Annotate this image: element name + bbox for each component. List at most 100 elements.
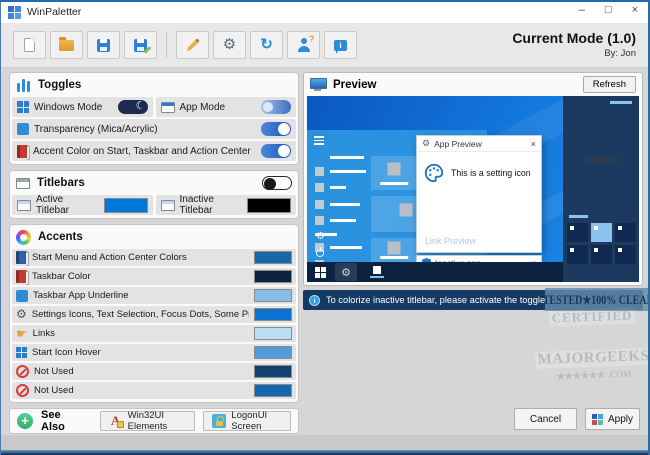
transparency-label: Transparency (Mica/Acrylic): [34, 124, 158, 135]
close-button[interactable]: ×: [632, 4, 638, 16]
color-swatch[interactable]: [254, 384, 292, 397]
titlebars-toggle[interactable]: [262, 176, 292, 190]
blue-book-icon: [16, 251, 27, 264]
transparency-toggle[interactable]: [261, 122, 291, 136]
watermark-banner-text: TESTED★100% CLEAN: [543, 292, 650, 308]
app-window-icon: [161, 102, 175, 113]
window-titlebar: WinPaletter – □ ×: [1, 2, 648, 24]
accent-row-start-menu[interactable]: Start Menu and Action Center Colors: [12, 249, 296, 266]
edit-button[interactable]: [176, 31, 209, 59]
see-also-label: See Also: [41, 409, 78, 433]
apply-button[interactable]: Apply: [585, 408, 640, 430]
windows-logo-icon: [17, 101, 29, 113]
active-titlebar-label: Active Titlebar: [36, 194, 99, 216]
mode-author: By: Jon: [512, 48, 636, 59]
minimize-button[interactable]: –: [579, 4, 585, 16]
not-allowed-icon: [16, 384, 29, 397]
pencil-icon: [185, 38, 200, 53]
accent-label: Taskbar App Underline: [33, 290, 249, 301]
watermark-stars: ★★★★★★ .COM: [536, 368, 650, 383]
accent-row-settings-icons[interactable]: Settings Icons, Text Selection, Focus Do…: [12, 306, 296, 323]
accent-surfaces-row: Accent Color on Start, Taskbar and Actio…: [12, 141, 296, 161]
save-theme-as-button[interactable]: [124, 31, 157, 59]
open-theme-button[interactable]: [50, 31, 83, 59]
color-swatch[interactable]: [254, 251, 292, 264]
setting-icon-message: This is a setting icon: [451, 168, 531, 178]
active-titlebar-swatch[interactable]: [104, 198, 148, 213]
color-swatch[interactable]: [254, 289, 292, 302]
active-window-icon: [17, 200, 31, 211]
winpaletter-window: WinPaletter – □ × Current Mode (1.0) By:…: [0, 0, 650, 455]
start-button-icon: [315, 267, 326, 278]
action-center-preview: [563, 96, 639, 282]
color-swatch[interactable]: [254, 327, 292, 340]
accents-header: Accents: [38, 231, 83, 243]
accent-row-start-icon-hover[interactable]: Start Icon Hover: [12, 344, 296, 361]
settings-button[interactable]: [213, 31, 246, 59]
palette-icon: [423, 162, 445, 184]
inactive-titlebar-swatch[interactable]: [247, 198, 291, 213]
inactive-titlebar-label: Inactive Titlebar: [180, 194, 243, 216]
plus-icon: [17, 413, 33, 429]
desktop-preview: App Preview × This is a setting icon Lin…: [307, 96, 639, 282]
accent-row-app-underline[interactable]: Taskbar App Underline: [12, 287, 296, 304]
letter-a-icon: [109, 414, 123, 428]
cancel-button[interactable]: Cancel: [514, 408, 577, 430]
link-preview-label: Link Preview: [425, 236, 476, 246]
maximize-button[interactable]: □: [605, 4, 612, 16]
save-theme-button[interactable]: [87, 31, 120, 59]
accent-row-not-used-2[interactable]: Not Used: [12, 382, 296, 399]
accent-surfaces-label: Accent Color on Start, Taskbar and Actio…: [33, 146, 251, 157]
moon-icon: [135, 101, 147, 113]
cancel-label: Cancel: [530, 414, 561, 425]
color-swatch[interactable]: [254, 270, 292, 283]
logonui-screen-button[interactable]: LogonUI Screen: [203, 411, 291, 431]
toolbar-separator: [166, 32, 167, 58]
app-mode-label: App Mode: [180, 102, 226, 113]
accent-row-not-used-1[interactable]: Not Used: [12, 363, 296, 380]
accent-row-taskbar-color[interactable]: Taskbar Color: [12, 268, 296, 285]
sliders-icon: [16, 78, 31, 92]
taskbar-settings-icon: [335, 263, 357, 281]
transparency-row: Transparency (Mica/Acrylic): [12, 119, 296, 139]
color-swatch[interactable]: [254, 365, 292, 378]
watermark-banner: TESTED★100% CLEAN: [545, 288, 650, 311]
info-icon: [309, 295, 320, 306]
color-swatch[interactable]: [254, 308, 292, 321]
accent-surfaces-toggle[interactable]: [261, 144, 291, 158]
refresh-preview-button[interactable]: Refresh: [583, 76, 636, 93]
note-text: To colorize inactive titlebar, please ac…: [326, 295, 545, 305]
gear-icon: [223, 37, 236, 53]
accent-row-links[interactable]: Links: [12, 325, 296, 342]
app-mode-toggle[interactable]: [261, 100, 291, 114]
window-title: WinPaletter: [27, 6, 81, 18]
titlebars-window-icon: [16, 178, 30, 189]
accents-section: Accents Start Menu and Action Center Col…: [9, 224, 299, 403]
blue-square-icon: [16, 290, 28, 302]
watermark-stamp: CERTIFIED MAJORGEEKS ★★★★★★ .COM: [534, 306, 650, 383]
help-user-button[interactable]: [287, 31, 320, 59]
refresh-icon: [260, 37, 273, 53]
power-icon: [316, 249, 324, 257]
expand-dash: [569, 215, 588, 218]
windows-mode-toggle[interactable]: [118, 100, 148, 114]
about-button[interactable]: [324, 31, 357, 59]
win32ui-label: Win32UI Elements: [128, 410, 187, 432]
refresh-button[interactable]: [250, 31, 283, 59]
current-mode-title: Current Mode (1.0): [512, 30, 636, 46]
app-logo-icon: [8, 6, 21, 19]
apply-label: Apply: [608, 414, 633, 425]
gear-icon: [422, 139, 430, 148]
win32ui-elements-button[interactable]: Win32UI Elements: [100, 411, 196, 431]
open-folder-icon: [59, 40, 74, 51]
new-file-icon: [24, 38, 35, 52]
info-bubble-icon: [334, 40, 347, 51]
color-swatch[interactable]: [254, 346, 292, 359]
toggles-section: Toggles Windows Mode App Mode Transparen…: [9, 72, 299, 165]
active-titlebar-row: Active Titlebar: [12, 195, 153, 215]
windows-logo-icon: [16, 347, 27, 358]
color-wheel-icon: [16, 230, 31, 245]
toolbar: Current Mode (1.0) By: Jon: [1, 24, 648, 68]
new-file-button[interactable]: [13, 31, 46, 59]
not-allowed-icon: [16, 365, 29, 378]
